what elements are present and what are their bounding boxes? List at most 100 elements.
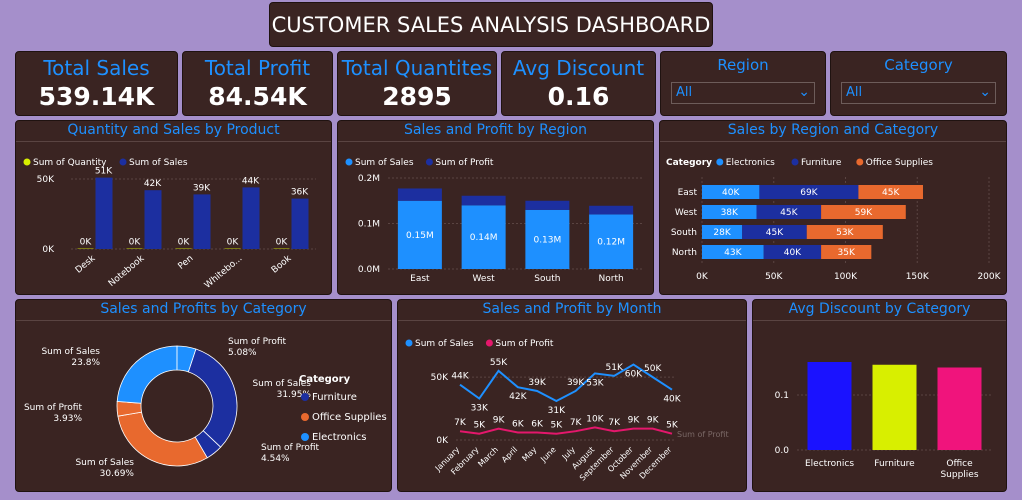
data-label: 36K [291, 188, 309, 198]
legend-label: Sum of Sales [415, 339, 474, 349]
bar-profit [397, 188, 442, 201]
series-line [459, 426, 673, 435]
slice-label: Sum of Profit [261, 443, 320, 453]
legend-marker [856, 158, 864, 166]
x-tick-label: Electronics [805, 459, 854, 469]
data-label: 9K [628, 416, 641, 426]
quantity-sales-chart: Sum of Quantity Sum of Sales0K50K0K51KDes… [23, 158, 316, 291]
legend-label: Furniture [312, 392, 357, 403]
data-label: 39K [567, 378, 585, 388]
kpi-avg-discount[interactable]: Avg Discount 0.16 [501, 51, 656, 116]
data-label: 7K [570, 418, 583, 428]
category-slicer[interactable]: Category All ⌄ [830, 51, 1007, 116]
kpi-total-profit[interactable]: Total Profit 84.54K [182, 51, 333, 116]
avg-discount-by-category-visual[interactable]: Avg Discount by Category 0.0 0.1 Electroni… [752, 299, 1007, 492]
y-tick-label: 0.0M [358, 265, 380, 275]
legend-marker [405, 339, 413, 347]
y-tick-label: 50K [431, 373, 449, 383]
data-label: 31K [548, 406, 566, 416]
x-tick-label: June [538, 445, 557, 464]
data-label: 0K [129, 238, 142, 248]
data-label: 45K [780, 208, 798, 218]
chevron-down-icon[interactable]: ⌄ [798, 84, 810, 100]
y-tick-label: West [675, 208, 698, 218]
y-tick-label: South [671, 228, 697, 238]
data-label: 0.13M [533, 235, 561, 245]
y-tick-label: 0.2M [358, 174, 380, 184]
x-tick-label: April [500, 445, 519, 464]
x-tick-label: Office [946, 459, 973, 469]
bar-sales [193, 194, 211, 249]
slice-percent: 5.08% [228, 348, 257, 358]
data-label: 60K [625, 370, 643, 380]
bar-discount [937, 367, 982, 450]
x-tick-label: Notebook [107, 253, 147, 289]
data-label: 50K [644, 364, 662, 374]
slice-percent: 3.93% [53, 414, 82, 424]
data-label: 45K [766, 228, 784, 238]
data-label: 55K [490, 358, 508, 368]
data-label: 0K [80, 238, 93, 248]
sales-profits-by-category-visual[interactable]: Sales and Profits by Category Sum of Sal… [15, 299, 392, 492]
donut-slice [187, 348, 238, 448]
kpi-total-sales[interactable]: Total Sales 539.14K [15, 51, 178, 116]
category-dropdown[interactable]: All ⌄ [841, 82, 996, 104]
quantity-sales-by-product-visual[interactable]: Quantity and Sales by Product Sum of Qua… [15, 120, 332, 295]
sales-profit-by-month-visual[interactable]: Sales and Profit by Month Sum of Sales Su… [397, 299, 747, 492]
data-label: 53K [586, 378, 604, 388]
monthly-line-chart: Sum of Sales Sum of Profit0K50K 44K33K55K4… [405, 339, 729, 483]
legend-marker [23, 158, 31, 166]
x-tick-label: 50K [765, 272, 783, 282]
sales-profit-by-region-visual[interactable]: Sales and Profit by Region Sum of Sales S… [337, 120, 654, 295]
x-tick-label: Pen [176, 254, 195, 272]
data-label: 0K [276, 238, 289, 248]
x-tick-label: 100K [834, 272, 858, 282]
x-tick-label: Book [270, 253, 294, 276]
data-label: 6K [531, 419, 544, 429]
y-tick-label: North [672, 248, 697, 258]
region-slicer[interactable]: Region All ⌄ [660, 51, 826, 116]
data-label: 5K [473, 421, 486, 431]
data-label: 53K [836, 228, 854, 238]
kpi-label: Total Quantites [341, 56, 493, 80]
slice-label: Sum of Profit [24, 403, 83, 413]
legend-marker [485, 339, 493, 347]
data-label: 28K [713, 228, 731, 238]
y-tick-label: East [678, 188, 698, 198]
region-chart: Sum of Sales Sum of Profit 0.0M 0.1M 0.2M 0.1… [345, 158, 643, 284]
region-category-chart: Category Electronics Furniture Office Suppl… [666, 158, 1002, 282]
slice-label: Sum of Sales [41, 347, 100, 357]
data-label: 5K [551, 421, 564, 431]
sales-by-region-category-visual[interactable]: Sales by Region and Category Category Ele… [659, 120, 1007, 295]
x-tick-label: May [520, 445, 538, 463]
region-dropdown[interactable]: All ⌄ [671, 82, 815, 104]
bar-sales [291, 198, 309, 249]
data-label: 6K [512, 419, 525, 429]
x-tick-label: West [473, 274, 496, 284]
donut-slice [116, 345, 178, 404]
legend-label: Electronics [726, 158, 775, 168]
chevron-down-icon[interactable]: ⌄ [979, 84, 991, 100]
kpi-total-quantities[interactable]: Total Quantites 2895 [337, 51, 497, 116]
legend-marker [301, 393, 309, 401]
annotation-label: Sum of Profit [677, 430, 729, 439]
x-tick-label: 200K [977, 272, 1001, 282]
legend-label: Office Supplies [866, 158, 934, 168]
dashboard-title: CUSTOMER SALES ANALYSIS DASHBOARD [269, 2, 713, 47]
data-label: 7K [608, 418, 621, 428]
bar-sales [242, 187, 260, 249]
data-label: 0K [178, 238, 191, 248]
kpi-value: 0.16 [547, 82, 610, 111]
legend-label: Electronics [312, 432, 367, 443]
legend-marker [301, 433, 309, 441]
slice-percent: 30.69% [100, 469, 135, 479]
legend-marker [119, 158, 127, 166]
slice-percent: 23.8% [71, 358, 100, 368]
data-label: 45K [882, 188, 900, 198]
data-label: 69K [800, 188, 818, 198]
legend-title: Category [299, 374, 351, 385]
data-label: 39K [528, 378, 546, 388]
legend-label: Sum of Sales [355, 158, 414, 168]
data-label: 42K [509, 392, 527, 402]
legend-title: Category [666, 158, 712, 168]
